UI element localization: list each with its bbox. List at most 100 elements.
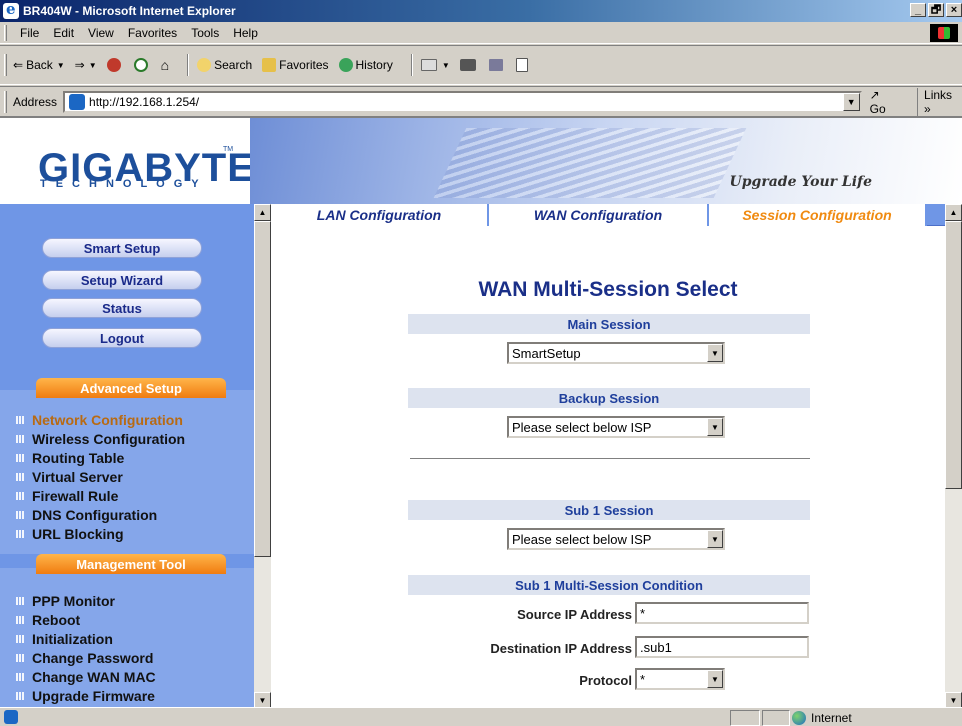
tab-session-configuration[interactable]: Session Configuration bbox=[709, 204, 927, 226]
links-label: Links bbox=[924, 87, 953, 102]
nav-url-blocking[interactable]: URL Blocking bbox=[16, 526, 124, 542]
divider bbox=[410, 458, 810, 460]
print-button[interactable] bbox=[459, 59, 479, 71]
banner-keyboard-image bbox=[250, 118, 962, 204]
chevron-down-icon: ▼ bbox=[707, 670, 723, 688]
address-dropdown-icon[interactable]: ▼ bbox=[842, 92, 860, 111]
backup-session-select[interactable]: Please select below ISP ▼ bbox=[507, 416, 725, 438]
menu-view[interactable]: View bbox=[81, 26, 121, 40]
back-button[interactable]: ⇐ Back ▼ bbox=[13, 58, 65, 72]
mail-icon bbox=[420, 59, 437, 71]
nav-ppp-monitor[interactable]: PPP Monitor bbox=[16, 593, 115, 609]
favorites-label: Favorites bbox=[279, 58, 329, 72]
protocol-value: * bbox=[640, 671, 646, 687]
close-button[interactable]: × bbox=[946, 3, 962, 17]
nav-routing-table[interactable]: Routing Table bbox=[16, 450, 124, 466]
sub1-condition-header: Sub 1 Multi-Session Condition bbox=[408, 575, 810, 595]
main-scroll-thumb[interactable] bbox=[945, 221, 962, 489]
sub1-session-select[interactable]: Please select below ISP ▼ bbox=[507, 528, 725, 550]
bullet-icon bbox=[16, 454, 24, 462]
nav-initialization[interactable]: Initialization bbox=[16, 631, 113, 647]
bullet-icon bbox=[16, 692, 24, 700]
status-button[interactable]: Status bbox=[42, 298, 202, 318]
protocol-label: Protocol bbox=[579, 673, 632, 688]
home-button[interactable]: ⌂ bbox=[161, 57, 169, 73]
standard-toolbar: ⇐ Back ▼ ⇒ ▼ ⌂ Search Favorites History … bbox=[0, 45, 962, 85]
source-ip-input[interactable]: * bbox=[635, 602, 809, 624]
nav-reboot[interactable]: Reboot bbox=[16, 612, 80, 628]
links-button[interactable]: Links » bbox=[917, 87, 962, 116]
bullet-icon bbox=[16, 530, 24, 538]
menu-edit[interactable]: Edit bbox=[46, 26, 81, 40]
tab-wan-configuration[interactable]: WAN Configuration bbox=[489, 204, 709, 226]
bullet-icon bbox=[16, 616, 24, 624]
scroll-down-icon[interactable]: ▼ bbox=[254, 692, 271, 707]
edit-icon bbox=[488, 59, 503, 71]
go-button[interactable]: ↗ Go bbox=[870, 88, 899, 116]
chevron-down-icon: ▼ bbox=[707, 530, 723, 548]
source-ip-label: Source IP Address bbox=[517, 607, 632, 622]
nav-change-wan-mac[interactable]: Change WAN MAC bbox=[16, 669, 156, 685]
stop-button[interactable] bbox=[106, 58, 124, 72]
refresh-button[interactable] bbox=[133, 58, 151, 72]
scroll-down-icon[interactable]: ▼ bbox=[945, 692, 962, 707]
setup-wizard-button[interactable]: Setup Wizard bbox=[42, 270, 202, 290]
main-session-select[interactable]: SmartSetup ▼ bbox=[507, 342, 725, 364]
nav-dns-configuration[interactable]: DNS Configuration bbox=[16, 507, 157, 523]
tab-lan-configuration[interactable]: LAN Configuration bbox=[271, 204, 489, 226]
nav-firewall-rule[interactable]: Firewall Rule bbox=[16, 488, 118, 504]
mail-button[interactable]: ▼ bbox=[420, 59, 450, 71]
discuss-button[interactable] bbox=[515, 58, 531, 72]
search-label: Search bbox=[214, 58, 253, 72]
menu-tools[interactable]: Tools bbox=[184, 26, 226, 40]
favorites-button[interactable]: Favorites bbox=[262, 58, 329, 72]
slogan: Upgrade Your Life bbox=[729, 174, 872, 190]
forward-button[interactable]: ⇒ ▼ bbox=[75, 58, 97, 72]
menu-help[interactable]: Help bbox=[226, 26, 265, 40]
bullet-icon bbox=[16, 654, 24, 662]
nav-wireless-configuration[interactable]: Wireless Configuration bbox=[16, 431, 185, 447]
nav-label: Change Password bbox=[32, 650, 154, 666]
address-input[interactable]: http://192.168.1.254/ ▼ bbox=[63, 90, 862, 113]
bullet-icon bbox=[16, 435, 24, 443]
forward-arrow-icon: ⇒ bbox=[74, 58, 85, 72]
protocol-select[interactable]: * ▼ bbox=[635, 668, 725, 690]
scroll-up-icon[interactable]: ▲ bbox=[254, 204, 271, 221]
nav-virtual-server[interactable]: Virtual Server bbox=[16, 469, 123, 485]
title-bar: BR404W - Microsoft Internet Explorer _ 🗗… bbox=[0, 0, 962, 22]
scroll-up-icon[interactable]: ▲ bbox=[945, 204, 962, 221]
sidebar-scroll-thumb[interactable] bbox=[254, 221, 271, 557]
backup-session-value: Please select below ISP bbox=[512, 419, 652, 435]
destination-ip-label: Destination IP Address bbox=[490, 641, 632, 656]
page-status-icon bbox=[4, 710, 18, 724]
nav-label: Network Configuration bbox=[32, 412, 183, 428]
advanced-setup-header: Advanced Setup bbox=[36, 378, 226, 398]
main-session-header: Main Session bbox=[408, 314, 810, 334]
minimize-button[interactable]: _ bbox=[910, 3, 926, 17]
search-button[interactable]: Search bbox=[197, 58, 252, 72]
chevron-down-icon: ▼ bbox=[707, 418, 723, 436]
nav-label: Initialization bbox=[32, 631, 113, 647]
menu-favorites[interactable]: Favorites bbox=[121, 26, 184, 40]
nav-upgrade-firmware[interactable]: Upgrade Firmware bbox=[16, 688, 155, 704]
address-bar: Address http://192.168.1.254/ ▼ ↗ Go Lin… bbox=[0, 86, 962, 116]
menu-file[interactable]: File bbox=[13, 26, 46, 40]
history-button[interactable]: History bbox=[338, 58, 393, 72]
status-bar: Internet bbox=[0, 707, 962, 726]
forward-dropdown-icon: ▼ bbox=[88, 60, 97, 70]
toolbar-separator bbox=[187, 54, 190, 76]
logout-button[interactable]: Logout bbox=[42, 328, 202, 348]
bullet-icon bbox=[16, 673, 24, 681]
bullet-icon bbox=[16, 511, 24, 519]
nav-change-password[interactable]: Change Password bbox=[16, 650, 153, 666]
sidebar-scrollbar[interactable]: ▲ ▼ bbox=[254, 204, 271, 707]
nav-label: Firewall Rule bbox=[32, 488, 119, 504]
smart-setup-button[interactable]: Smart Setup bbox=[42, 238, 202, 258]
destination-ip-input[interactable]: .sub1 bbox=[635, 636, 809, 658]
edit-button[interactable] bbox=[488, 59, 506, 71]
backup-session-header: Backup Session bbox=[408, 388, 810, 408]
logo-trademark: TM bbox=[223, 146, 234, 153]
maximize-button[interactable]: 🗗 bbox=[928, 3, 944, 17]
main-scrollbar[interactable]: ▲ ▼ bbox=[945, 204, 962, 707]
nav-network-configuration[interactable]: Network Configuration bbox=[16, 412, 183, 428]
